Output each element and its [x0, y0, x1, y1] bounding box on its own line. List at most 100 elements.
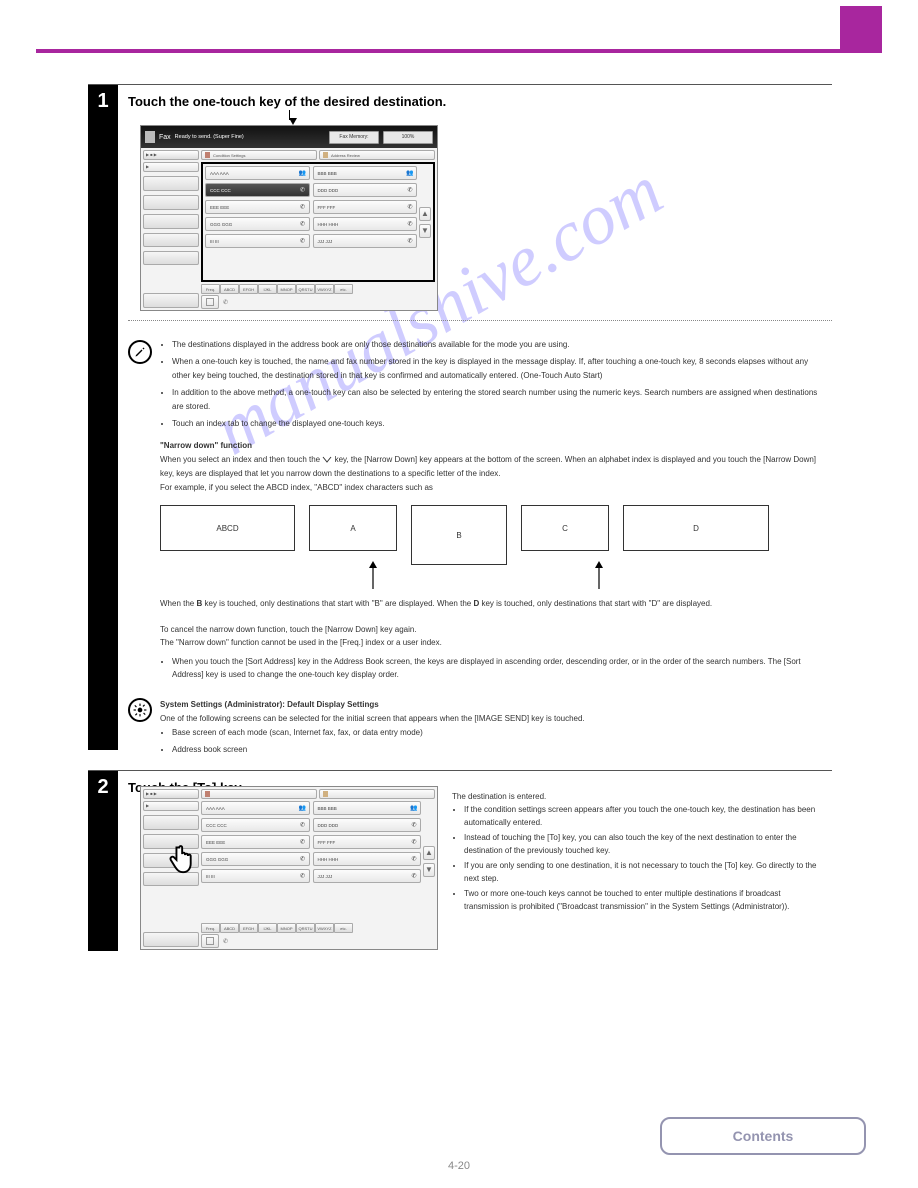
- index-tab[interactable]: MNOP: [277, 923, 296, 933]
- index-box-a: A: [309, 505, 397, 551]
- address-review-button[interactable]: [319, 789, 435, 799]
- address-review-button[interactable]: Address Review: [319, 150, 435, 160]
- one-touch-key[interactable]: GGG GGG✆: [201, 852, 310, 866]
- to-button-sidebar[interactable]: [143, 293, 199, 308]
- one-touch-key[interactable]: JJJ JJJ✆: [313, 869, 422, 883]
- one-touch-key[interactable]: EEE EEE✆: [201, 835, 310, 849]
- scroll-up-button[interactable]: ▲: [419, 207, 431, 221]
- one-touch-key[interactable]: FFF FFF✆: [313, 200, 418, 214]
- review-icon: [323, 152, 328, 158]
- resend-button[interactable]: [143, 195, 199, 210]
- one-touch-key-selected[interactable]: CCC CCC✆: [205, 183, 310, 197]
- status-text: ✆: [223, 938, 228, 945]
- index-tab[interactable]: ABCD: [220, 284, 239, 294]
- condition-settings-button[interactable]: [201, 789, 317, 799]
- index-tab[interactable]: MNOP: [277, 284, 296, 294]
- one-touch-key[interactable]: AAA AAA👥: [201, 801, 310, 815]
- index-tab-strip: Freq. ABCD EFGH IJKL MNOP QRSTU VWXYZ et…: [201, 284, 435, 294]
- system-settings-icon-badge: [128, 698, 152, 722]
- quick-file-button[interactable]: [143, 251, 199, 265]
- down-arrow-key-icon: [322, 456, 332, 464]
- one-touch-key[interactable]: CCC CCC✆: [201, 818, 310, 832]
- to-button[interactable]: [143, 932, 199, 947]
- step1-notes: The destinations displayed in the addres…: [160, 338, 826, 495]
- scroll-down-button[interactable]: ▼: [419, 224, 431, 238]
- sub-address-button[interactable]: [143, 815, 199, 830]
- index-tab[interactable]: etc.: [334, 923, 353, 933]
- step2-body: The destination is entered. If the condi…: [452, 790, 826, 915]
- gear-icon: [133, 703, 147, 717]
- dest-type-icon: ✆: [300, 873, 306, 880]
- one-touch-key[interactable]: AAA AAA👥: [205, 166, 310, 180]
- one-touch-key[interactable]: HHH HHH✆: [313, 217, 418, 231]
- one-touch-key[interactable]: DDD DDD✆: [313, 183, 418, 197]
- dest-type-icon: ✆: [407, 187, 413, 194]
- index-tab[interactable]: EFGH: [239, 284, 258, 294]
- index-tab[interactable]: Freq.: [201, 284, 220, 294]
- scroll-up-button[interactable]: ▲: [423, 846, 435, 860]
- dest-type-icon: ✆: [300, 204, 306, 211]
- index-tab[interactable]: EFGH: [239, 923, 258, 933]
- preview-button[interactable]: [201, 934, 219, 948]
- index-tab[interactable]: QRSTU: [296, 284, 315, 294]
- tab-address-book[interactable]: ▶ ■ ▶: [143, 789, 199, 799]
- one-touch-key[interactable]: DDD DDD✆: [313, 818, 422, 832]
- one-touch-key[interactable]: III III✆: [201, 869, 310, 883]
- tab-address-entry[interactable]: ▶: [143, 801, 199, 811]
- syssettings-item: Address book screen: [172, 743, 826, 757]
- index-tab[interactable]: IJKL: [258, 284, 277, 294]
- condition-settings-button[interactable]: Condition Settings: [201, 150, 317, 160]
- one-touch-key[interactable]: BBB BBB👥: [313, 801, 422, 815]
- preview-button[interactable]: [201, 295, 219, 309]
- step2-bullet: If the condition settings screen appears…: [464, 803, 826, 829]
- folder-icon: [205, 152, 210, 158]
- folder-icon: [205, 791, 210, 797]
- index-box-abcd: ABCD: [160, 505, 295, 551]
- index-tab[interactable]: VWXYZ: [315, 284, 334, 294]
- one-touch-key[interactable]: HHH HHH✆: [313, 852, 422, 866]
- index-tab[interactable]: IJKL: [258, 923, 277, 933]
- syssettings-body: One of the following screens can be sele…: [160, 712, 826, 726]
- sub-address-button[interactable]: [143, 176, 199, 191]
- tab-address-book[interactable]: ▶ ■ ▶: [143, 150, 199, 160]
- one-touch-key[interactable]: EEE EEE✆: [205, 200, 310, 214]
- index-tab[interactable]: ABCD: [220, 923, 239, 933]
- index-tab-strip: Freq. ABCD EFGH IJKL MNOP QRSTU VWXYZ et…: [201, 923, 435, 933]
- index-tab[interactable]: Freq.: [201, 923, 220, 933]
- brand-corner: [840, 6, 882, 50]
- narrow-down-freq-note: The "Narrow down" function cannot be use…: [160, 638, 826, 647]
- auto-reception-button[interactable]: Fax Memory:: [329, 131, 379, 144]
- note-bullet: The destinations displayed in the addres…: [172, 338, 826, 352]
- contents-link[interactable]: Contents: [660, 1117, 866, 1155]
- one-touch-key[interactable]: GGG GGG✆: [205, 217, 310, 231]
- index-tab[interactable]: VWXYZ: [315, 923, 334, 933]
- up-arrow-icon: [366, 561, 380, 591]
- up-arrow-icon: [592, 561, 606, 591]
- step2-bullet: If you are only sending to one destinati…: [464, 859, 826, 885]
- one-touch-key[interactable]: FFF FFF✆: [313, 835, 422, 849]
- memory-status: 100%: [383, 131, 433, 144]
- index-tab[interactable]: etc.: [334, 284, 353, 294]
- note-bullet: Touch an index tab to change the display…: [172, 417, 826, 431]
- one-touch-key[interactable]: JJJ JJJ✆: [313, 234, 418, 248]
- file-button[interactable]: [143, 233, 199, 247]
- index-box-d: D: [623, 505, 769, 551]
- narrow-down-after: When the B key is touched, only destinat…: [160, 599, 826, 608]
- dest-type-icon: 👥: [300, 805, 306, 812]
- preview-icon: [206, 937, 214, 945]
- index-tab[interactable]: QRSTU: [296, 923, 315, 933]
- narrow-down-cancel: To cancel the narrow down function, touc…: [160, 625, 826, 634]
- one-touch-key[interactable]: BBB BBB👥: [313, 166, 418, 180]
- panel-sidebar: ▶ ■ ▶ ▶: [141, 148, 201, 310]
- scroll-down-button[interactable]: ▼: [423, 863, 435, 877]
- dest-type-icon: ✆: [300, 238, 306, 245]
- fax-panel-screenshot: Fax Ready to send. (Super Fine) Fax Memo…: [140, 125, 438, 311]
- tab-address-entry[interactable]: ▶: [143, 162, 199, 172]
- special-modes-button[interactable]: [143, 214, 199, 229]
- dest-type-icon: 👥: [407, 170, 413, 177]
- syssettings-item: Base screen of each mode (scan, Internet…: [172, 726, 826, 740]
- one-touch-key[interactable]: III III✆: [205, 234, 310, 248]
- touch-pointer-icon: [166, 838, 204, 876]
- step-number-1: 1: [88, 90, 118, 113]
- dotted-separator: [128, 320, 832, 321]
